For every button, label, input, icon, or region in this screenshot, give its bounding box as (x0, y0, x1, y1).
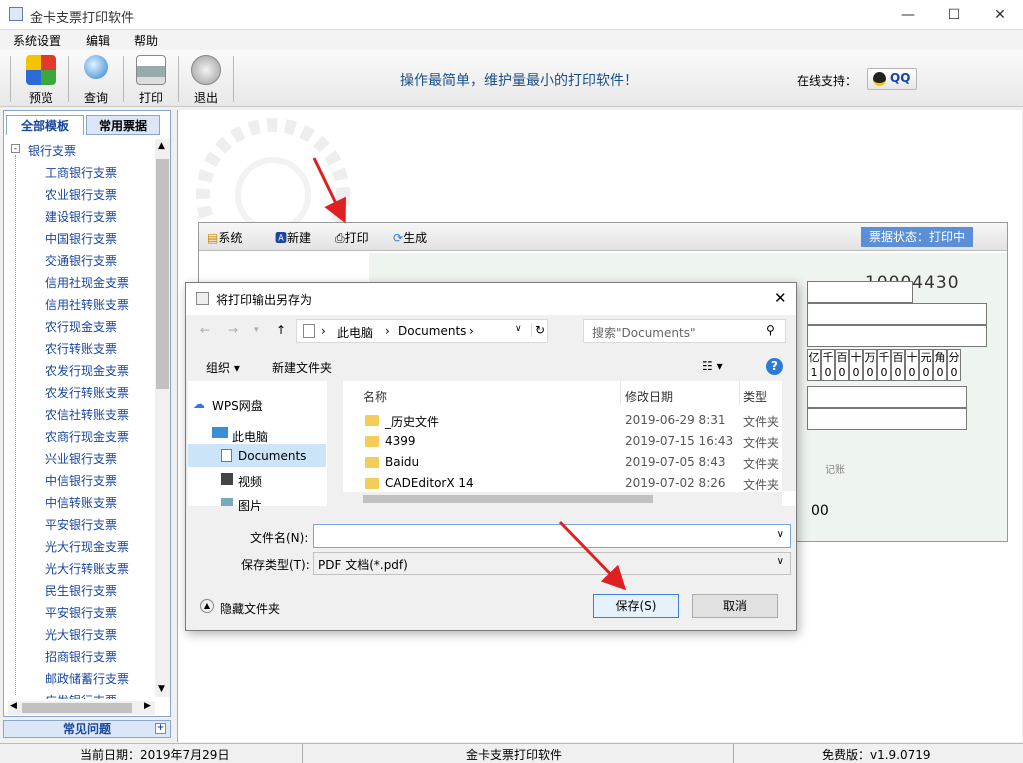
status-divider (302, 744, 303, 763)
status-version: 免费版：v1.9.0719 (822, 748, 931, 762)
status-divider (733, 744, 734, 763)
arrow-to-save (558, 520, 627, 591)
status-app-name: 金卡支票打印软件 (466, 748, 563, 762)
annotation-arrows (312, 157, 627, 591)
current-date: 当前日期：2019年7月29日 (80, 748, 230, 762)
status-bar: 当前日期：2019年7月29日 金卡支票打印软件 免费版：v1.9.0719 (0, 743, 1023, 763)
arrow-to-print (312, 157, 346, 224)
